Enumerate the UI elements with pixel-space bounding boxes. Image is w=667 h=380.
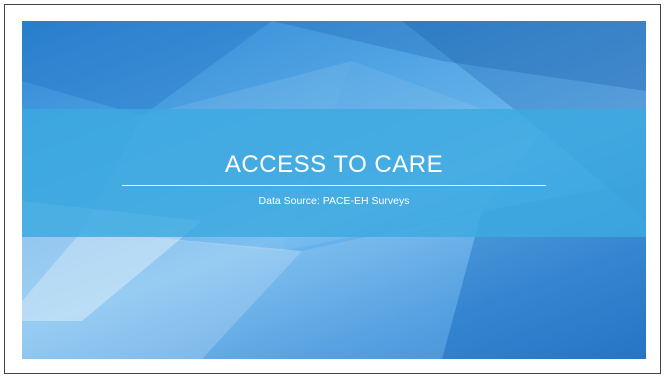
- slide-subtitle: Data Source: PACE-EH Surveys: [258, 195, 410, 207]
- slide-frame: ACCESS TO CARE Data Source: PACE-EH Surv…: [4, 4, 661, 374]
- title-slide: ACCESS TO CARE Data Source: PACE-EH Surv…: [22, 21, 646, 359]
- slide-title: ACCESS TO CARE: [224, 151, 444, 178]
- title-divider: [122, 185, 546, 186]
